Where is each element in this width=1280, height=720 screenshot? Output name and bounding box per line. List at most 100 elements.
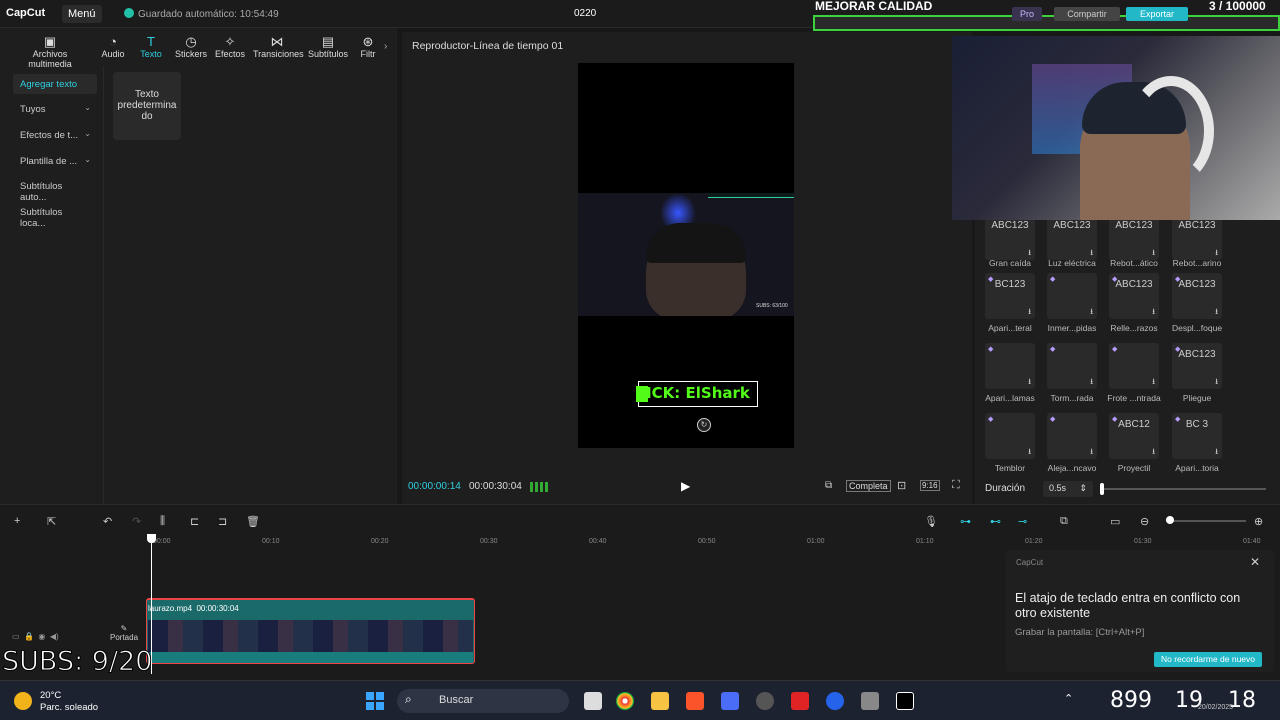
download-icon[interactable]: ⭳ xyxy=(1090,448,1093,456)
effect-card[interactable]: ABC123 ⭳ xyxy=(1109,214,1159,260)
zoom-out-icon[interactable]: ⊖ xyxy=(1140,515,1149,528)
stepper-icon[interactable]: ⇕ xyxy=(1079,483,1087,494)
tab-filters[interactable]: ⊛ Filtr xyxy=(358,34,378,59)
dont-remind-button[interactable]: No recordarme de nuevo xyxy=(1154,652,1262,667)
tab-transitions[interactable]: ⋈ Transiciones xyxy=(253,34,304,59)
duration-slider[interactable] xyxy=(1100,483,1266,495)
fullscreen-icon[interactable]: ⛶ xyxy=(952,479,960,492)
effect-card[interactable]: ABC123 ◆ ⭳ xyxy=(1109,273,1159,319)
split-screen-icon[interactable]: ⧉ xyxy=(1060,515,1068,528)
effect-card[interactable]: ABC123 ◆ ⭳ xyxy=(1172,273,1222,319)
add-track-icon[interactable]: + xyxy=(14,515,20,527)
tab-subtitles[interactable]: ▤ Subtítulos xyxy=(308,34,348,59)
effect-card[interactable]: ◆ ⭳ xyxy=(1047,273,1097,319)
download-icon[interactable]: ⭳ xyxy=(1152,249,1155,257)
effect-card[interactable]: ABC12 ◆ ⭳ xyxy=(1109,413,1159,459)
download-icon[interactable]: ⭳ xyxy=(1028,378,1031,386)
duration-input[interactable]: 0.5s ⇕ xyxy=(1043,481,1093,497)
download-icon[interactable]: ⭳ xyxy=(1028,249,1031,257)
slider-handle[interactable] xyxy=(1100,483,1104,495)
trim-right-icon[interactable]: ⊐ xyxy=(218,515,227,528)
effect-card[interactable]: ◆ ⭳ xyxy=(1109,343,1159,389)
capcut-taskbar-icon[interactable] xyxy=(896,692,914,710)
quality-select[interactable]: Completa xyxy=(846,480,891,492)
file-explorer-icon[interactable] xyxy=(651,692,669,710)
download-icon[interactable]: ⭳ xyxy=(1028,448,1031,456)
export-button[interactable]: Exportar xyxy=(1126,7,1188,21)
playhead-handle[interactable] xyxy=(147,534,156,543)
effect-card[interactable]: ABC123 ⭳ xyxy=(985,214,1035,260)
rotate-handle-icon[interactable]: ↻ xyxy=(697,418,711,432)
linkage-icon[interactable]: ⊷ xyxy=(990,515,1001,528)
screenshot-icon[interactable]: ⊡ xyxy=(897,479,906,492)
download-icon[interactable]: ⭳ xyxy=(1152,378,1155,386)
download-icon[interactable]: ⭳ xyxy=(1090,378,1093,386)
chevron-up-icon[interactable]: ⌃ xyxy=(1064,692,1073,705)
effect-card[interactable]: ◆ ⭳ xyxy=(1047,343,1097,389)
tab-effects[interactable]: ✧ Efectos xyxy=(214,34,246,59)
chrome-icon[interactable] xyxy=(616,692,634,710)
task-view-icon[interactable] xyxy=(584,692,602,710)
app-red-icon[interactable] xyxy=(791,692,809,710)
tab-audio[interactable]: ◔ Audio xyxy=(100,34,126,59)
taskbar-search[interactable]: ⌕ Buscar xyxy=(397,689,569,713)
menu-button[interactable]: Menú xyxy=(62,5,102,23)
kick-text-overlay[interactable]: ICK: ElShark xyxy=(636,381,758,407)
play-button[interactable]: ▶ xyxy=(681,479,690,493)
sidebar-item-local-subtitles[interactable]: Subtítulos loca... xyxy=(13,202,97,229)
download-icon[interactable]: ⭳ xyxy=(1215,378,1218,386)
sidebar-item-yours[interactable]: Tuyos ⌄ xyxy=(13,99,97,119)
tab-media[interactable]: ▣ Archivos multimedia xyxy=(10,34,90,69)
settings-icon[interactable] xyxy=(861,692,879,710)
share-button[interactable]: Compartir xyxy=(1054,7,1120,21)
effect-card[interactable]: ABC123 ⭳ xyxy=(1172,214,1222,260)
zoom-slider-handle[interactable] xyxy=(1166,516,1174,524)
project-name[interactable]: 0220 xyxy=(574,8,596,19)
download-icon[interactable]: ⭳ xyxy=(1152,448,1155,456)
tab-text[interactable]: T Texto xyxy=(138,34,164,59)
download-icon[interactable]: ⭳ xyxy=(1215,249,1218,257)
effect-card[interactable]: BC123 ◆ ⭳ xyxy=(985,273,1035,319)
effect-card[interactable]: ◆ ⭳ xyxy=(985,343,1035,389)
zoom-slider[interactable] xyxy=(1166,516,1246,524)
magnet-icon[interactable]: ⊶ xyxy=(960,515,971,528)
pro-button[interactable]: Pro xyxy=(1012,7,1042,21)
subtitle-track-icon[interactable]: ▭ xyxy=(1110,515,1120,528)
crop-icon[interactable]: ⧉ xyxy=(825,480,832,491)
tab-stickers[interactable]: ◷ Stickers xyxy=(175,34,207,59)
sidebar-item-auto-subtitles[interactable]: Subtítulos auto... xyxy=(13,176,97,203)
sidebar-item-template[interactable]: Plantilla de ... ⌄ xyxy=(13,151,97,171)
app-icon[interactable] xyxy=(721,692,739,710)
cover-button[interactable]: ✎ Portada xyxy=(110,624,138,642)
undo-icon[interactable]: ↶ xyxy=(103,515,112,528)
download-icon[interactable]: ⭳ xyxy=(1090,249,1093,257)
download-icon[interactable]: ⭳ xyxy=(1028,308,1031,316)
effect-card[interactable]: BC 3 ◆ ⭳ xyxy=(1172,413,1222,459)
app-blue-icon[interactable] xyxy=(826,692,844,710)
zoom-in-icon[interactable]: ⊕ xyxy=(1254,515,1263,528)
obs-icon[interactable] xyxy=(756,692,774,710)
download-icon[interactable]: ⭳ xyxy=(1215,448,1218,456)
preview-axis-icon[interactable]: ⊸ xyxy=(1018,515,1027,528)
windows-start-icon[interactable] xyxy=(366,692,384,710)
sidebar-item-add-text[interactable]: Agregar texto xyxy=(13,74,97,94)
default-text-card[interactable]: Texto predetermina do xyxy=(113,72,181,140)
effect-card[interactable]: ABC123 ⭳ xyxy=(1047,214,1097,260)
chevron-right-icon[interactable]: › xyxy=(384,41,387,52)
effect-card[interactable]: ABC123 ◆ ⭳ xyxy=(1172,343,1222,389)
download-icon[interactable]: ⭳ xyxy=(1152,308,1155,316)
sidebar-item-text-effects[interactable]: Efectos de t... ⌄ xyxy=(13,125,97,145)
trim-left-icon[interactable]: ⊏ xyxy=(190,515,199,528)
split-icon[interactable]: ⫼ xyxy=(160,515,165,528)
select-tool-icon[interactable]: ⇱ xyxy=(47,515,56,528)
delete-icon[interactable]: 🗑 xyxy=(246,515,260,528)
brave-icon[interactable] xyxy=(686,692,704,710)
download-icon[interactable]: ⭳ xyxy=(1215,308,1218,316)
redo-icon[interactable]: ↷ xyxy=(132,515,141,528)
microphone-icon[interactable]: 🎙 xyxy=(924,515,938,528)
download-icon[interactable]: ⭳ xyxy=(1090,308,1093,316)
effect-card[interactable]: ◆ ⭳ xyxy=(1047,413,1097,459)
effect-card[interactable]: ◆ ⭳ xyxy=(985,413,1035,459)
close-icon[interactable]: ✕ xyxy=(1250,555,1260,569)
aspect-ratio-button[interactable]: 9:16 xyxy=(920,480,940,491)
